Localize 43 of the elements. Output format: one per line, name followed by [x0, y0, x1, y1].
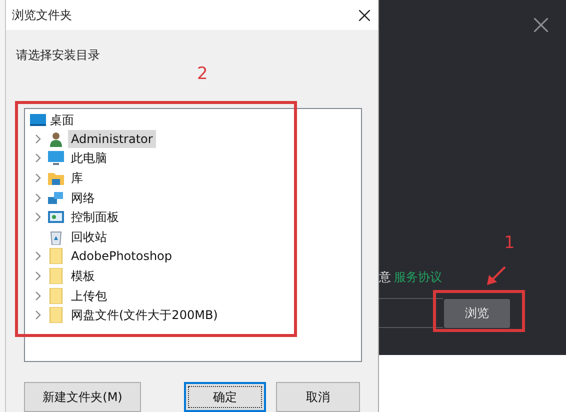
tree-item[interactable]: 此电脑: [68, 149, 110, 168]
annotation-number: 1: [504, 232, 515, 255]
chevron-right-icon[interactable]: [34, 172, 42, 183]
user-icon: [48, 130, 64, 147]
monitor-icon: [48, 150, 64, 166]
dialog-button[interactable]: 取消: [276, 382, 360, 412]
prompt-text: 请选择安装目录: [16, 48, 100, 62]
folder-icon: [48, 248, 64, 264]
chevron-right-icon[interactable]: [34, 310, 42, 320]
network-icon: [48, 190, 64, 206]
agreement-link[interactable]: 服务协议: [394, 268, 442, 286]
browse-button[interactable]: 浏览: [444, 298, 510, 328]
chevron-right-icon[interactable]: [34, 192, 42, 203]
chevron-right-icon[interactable]: [34, 212, 42, 222]
tree-item[interactable]: 模板: [68, 266, 98, 285]
path-field[interactable]: [379, 298, 443, 328]
dialog-button[interactable]: 确定: [184, 382, 266, 412]
tree-item[interactable]: 上传包: [68, 286, 110, 305]
chevron-right-icon[interactable]: [34, 270, 42, 281]
recycle-bin-icon: [48, 228, 64, 245]
folder-icon: [48, 288, 64, 304]
tree-item[interactable]: 网盘文件(文件大于200MB): [68, 306, 221, 324]
folder-icon: [48, 268, 64, 284]
tree-item[interactable]: 控制面板: [68, 208, 122, 226]
chevron-right-icon[interactable]: [34, 251, 42, 262]
folder-icon: [48, 307, 64, 324]
annotation-number: 2: [197, 63, 208, 86]
close-icon[interactable]: [359, 10, 370, 20]
tree-item[interactable]: 回收站: [68, 228, 110, 246]
tree-item[interactable]: Administrator: [68, 130, 156, 148]
chevron-right-icon[interactable]: [34, 134, 42, 144]
tree-item[interactable]: 网络: [68, 188, 98, 207]
chevron-right-icon[interactable]: [34, 153, 42, 164]
control-panel-icon: [48, 209, 64, 226]
tree-item[interactable]: AdobePhotoshop: [68, 247, 176, 266]
arrow-icon: [486, 266, 506, 286]
agree-text: 意: [379, 269, 391, 286]
tree-item[interactable]: 桌面: [50, 111, 74, 129]
chevron-right-icon[interactable]: [34, 290, 42, 301]
tree-item[interactable]: 库: [68, 168, 86, 187]
desktop-icon: [30, 112, 46, 128]
window-title: 浏览文件夹: [12, 7, 72, 24]
dialog-button[interactable]: 新建文件夹(M): [24, 382, 141, 412]
